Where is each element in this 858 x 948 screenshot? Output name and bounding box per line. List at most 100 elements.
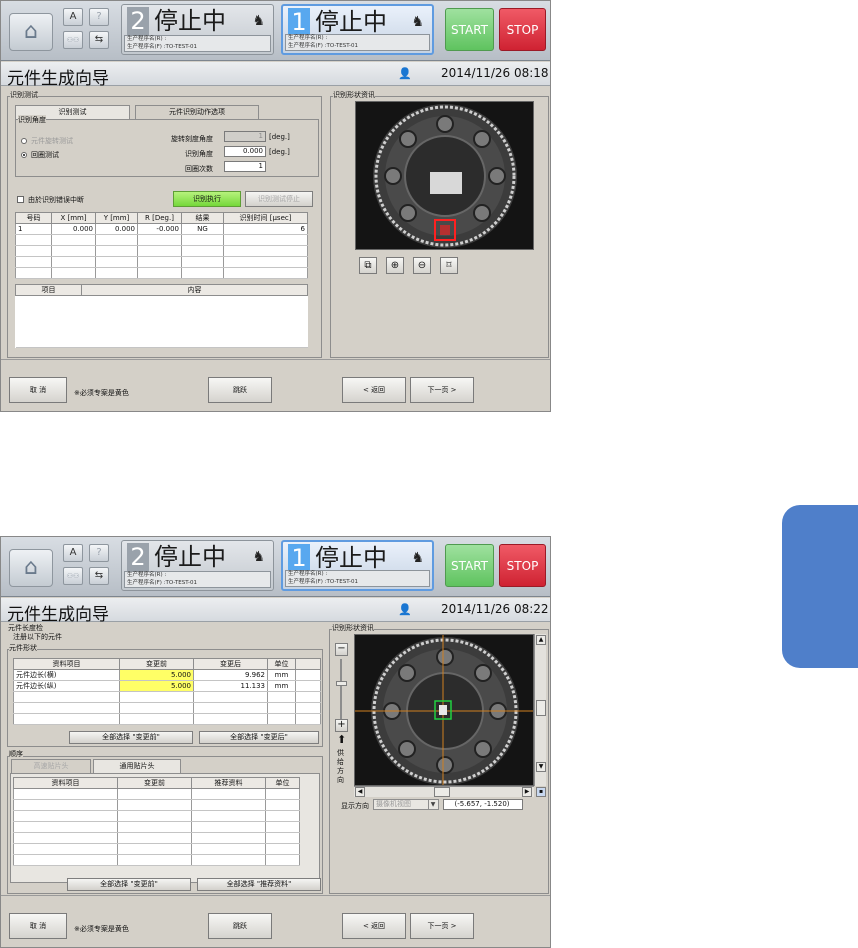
lane-2-status[interactable]: 2 停止中 ♞ 生产程序名(R) : 生产程序名(F) :TO-TEST-01 [121, 540, 274, 591]
table-row[interactable] [13, 843, 300, 855]
back-button[interactable]: < 返回 [342, 913, 406, 939]
scroll-down-icon[interactable]: ▼ [536, 762, 546, 772]
rot-angle-input[interactable]: 1 [224, 131, 266, 142]
vscroll-thumb[interactable] [536, 700, 546, 716]
table-row[interactable] [13, 788, 300, 800]
chevron-down-icon[interactable]: ▼ [428, 800, 437, 809]
nozzle-image [355, 635, 533, 785]
home-button[interactable]: ⌂ [9, 549, 53, 587]
home-icon: ⌂ [24, 19, 38, 44]
stop-recognition-test-button[interactable]: 识别测试停止 [245, 191, 313, 207]
help-button[interactable]: ? [89, 8, 109, 26]
loop-count-input[interactable]: 1 [224, 161, 266, 172]
full-view-icon[interactable]: ⌑ [440, 257, 458, 274]
camera-view[interactable] [354, 634, 534, 786]
execute-recognition-button[interactable]: 识别执行 [173, 191, 241, 207]
operator-icon[interactable]: ⚇⚇ [63, 31, 83, 49]
operator-icon[interactable]: ⚇⚇ [63, 567, 83, 585]
display-direction-select[interactable]: 摄像机视图 ▼ [373, 799, 439, 810]
scroll-up-icon[interactable]: ▲ [536, 635, 546, 645]
tab-high-speed-head[interactable]: 高速贴片头 [11, 759, 91, 773]
zoom-plus-button[interactable]: + [335, 719, 348, 732]
detail-table: 项目 内容 [15, 284, 308, 348]
a-mode-button[interactable]: A [63, 8, 83, 26]
table-row[interactable]: 元件边长(横) 5.000 9.962 mm [13, 669, 321, 681]
register-text: 注册以下的元件 [13, 633, 62, 641]
radio-rotation-test[interactable] [21, 138, 27, 144]
cancel-button[interactable]: 取 消 [9, 913, 67, 939]
title-bar: 元件生成向导 👤 2014/11/26 08:22 [1, 598, 550, 625]
vertical-scrollbar[interactable]: ▲ ▼ [534, 634, 546, 786]
feed-direction-arrow-icon: ⬆ [337, 733, 347, 746]
lane-1-number: 1 [288, 544, 310, 572]
table-row[interactable]: 元件边长(纵) 5.000 11.133 mm [13, 680, 321, 692]
rec-angle-input[interactable]: 0.000 [224, 146, 266, 157]
table-row[interactable] [13, 713, 321, 725]
help-button[interactable]: ? [89, 544, 109, 562]
col-before: 变更前 [117, 777, 192, 789]
table-row[interactable] [13, 799, 300, 811]
camera-view[interactable] [355, 101, 534, 250]
a-mode-button[interactable]: A [63, 544, 83, 562]
stop-on-error-label: 由於识别错误中断 [28, 196, 84, 204]
lane-2-program: 生产程序名(R) : 生产程序名(F) :TO-TEST-01 [124, 35, 271, 52]
network-icon[interactable]: ⇆ [89, 31, 109, 49]
recommend-table: 资料项目 变更前 推荐资料 单位 [13, 777, 300, 866]
zoom-slider-track[interactable] [340, 659, 342, 719]
zoom-in-icon[interactable]: ⊕ [386, 257, 404, 274]
next-button[interactable]: 下一页 > [410, 377, 474, 403]
page-title: 元件生成向导 [7, 605, 109, 625]
shape-info-label: 识别形状资讯 [332, 623, 374, 633]
zoom-out-icon[interactable]: ⊖ [413, 257, 431, 274]
horizontal-scrollbar[interactable]: ◀ ▶ [354, 786, 534, 797]
back-button[interactable]: < 返回 [342, 377, 406, 403]
start-button[interactable]: START [445, 544, 494, 587]
fit-view-icon[interactable]: ⧉ [359, 257, 377, 274]
zoom-minus-button[interactable]: − [335, 643, 348, 656]
table-row[interactable] [13, 854, 300, 866]
select-all-before-button-2[interactable]: 全部选择 "变更前" [67, 878, 191, 891]
stop-on-error-checkbox[interactable] [17, 196, 24, 203]
lane-1-status[interactable]: 1 停止中 ♞ 生产程序名(R) : 生产程序名(F) :TO-TEST-01 [281, 540, 434, 591]
cancel-button[interactable]: 取 消 [9, 377, 67, 403]
scroll-left-icon[interactable]: ◀ [355, 787, 365, 797]
table-row[interactable] [13, 832, 300, 844]
skip-button[interactable]: 跳跃 [208, 377, 272, 403]
lane-1-program: 生产程序名(R) : 生产程序名(F) :TO-TEST-01 [285, 34, 430, 51]
zoom-slider-thumb[interactable] [336, 681, 347, 686]
scroll-right-icon[interactable]: ▶ [522, 787, 532, 797]
tab-recognition-options[interactable]: 元件识别动作选项 [135, 105, 259, 119]
hscroll-thumb[interactable] [434, 787, 450, 797]
skip-button[interactable]: 跳跃 [208, 913, 272, 939]
table-row[interactable] [15, 245, 308, 257]
table-row[interactable]: 1 0.000 0.000 -0.000 NG 6 [15, 223, 308, 235]
home-button[interactable]: ⌂ [9, 13, 53, 51]
worker-icon: ♞ [411, 550, 424, 566]
lane-2-status[interactable]: 2 停止中 ♞ 生产程序名(R) : 生产程序名(F) :TO-TEST-01 [121, 4, 274, 55]
radio-loop-label: 回圈测试 [31, 151, 59, 159]
stop-button[interactable]: STOP [499, 544, 546, 587]
select-all-recommended-button[interactable]: 全部选择 "推荐资料" [197, 878, 321, 891]
col-recommended: 推荐资料 [191, 777, 266, 789]
lane-1-status[interactable]: 1 停止中 ♞ 生产程序名(R) : 生产程序名(F) :TO-TEST-01 [281, 4, 434, 55]
radio-loop-test[interactable] [21, 152, 27, 158]
select-all-after-button[interactable]: 全部选择 "变更后" [199, 731, 319, 744]
select-all-before-button[interactable]: 全部选择 "变更前" [69, 731, 193, 744]
col-data-item: 资料项目 [13, 777, 118, 789]
table-row[interactable] [13, 691, 321, 703]
table-row[interactable] [15, 267, 308, 279]
table-row[interactable] [13, 810, 300, 822]
table-row[interactable] [15, 234, 308, 246]
next-button[interactable]: 下一页 > [410, 913, 474, 939]
table-row[interactable] [13, 702, 321, 714]
start-button[interactable]: START [445, 8, 494, 51]
table-row[interactable] [15, 256, 308, 268]
network-icon[interactable]: ⇆ [89, 567, 109, 585]
tab-general-head[interactable]: 通用贴片头 [93, 759, 181, 773]
rec-angle-label: 识别角度 [185, 150, 213, 158]
page-title: 元件生成向导 [7, 69, 109, 89]
stop-button[interactable]: STOP [499, 8, 546, 51]
lane-1-program: 生产程序名(R) : 生产程序名(F) :TO-TEST-01 [285, 570, 430, 587]
table-row[interactable] [13, 821, 300, 833]
result-table: 号码 X [mm] Y [mm] R [Deg.] 结果 识别时间 [μsec]… [15, 212, 308, 279]
